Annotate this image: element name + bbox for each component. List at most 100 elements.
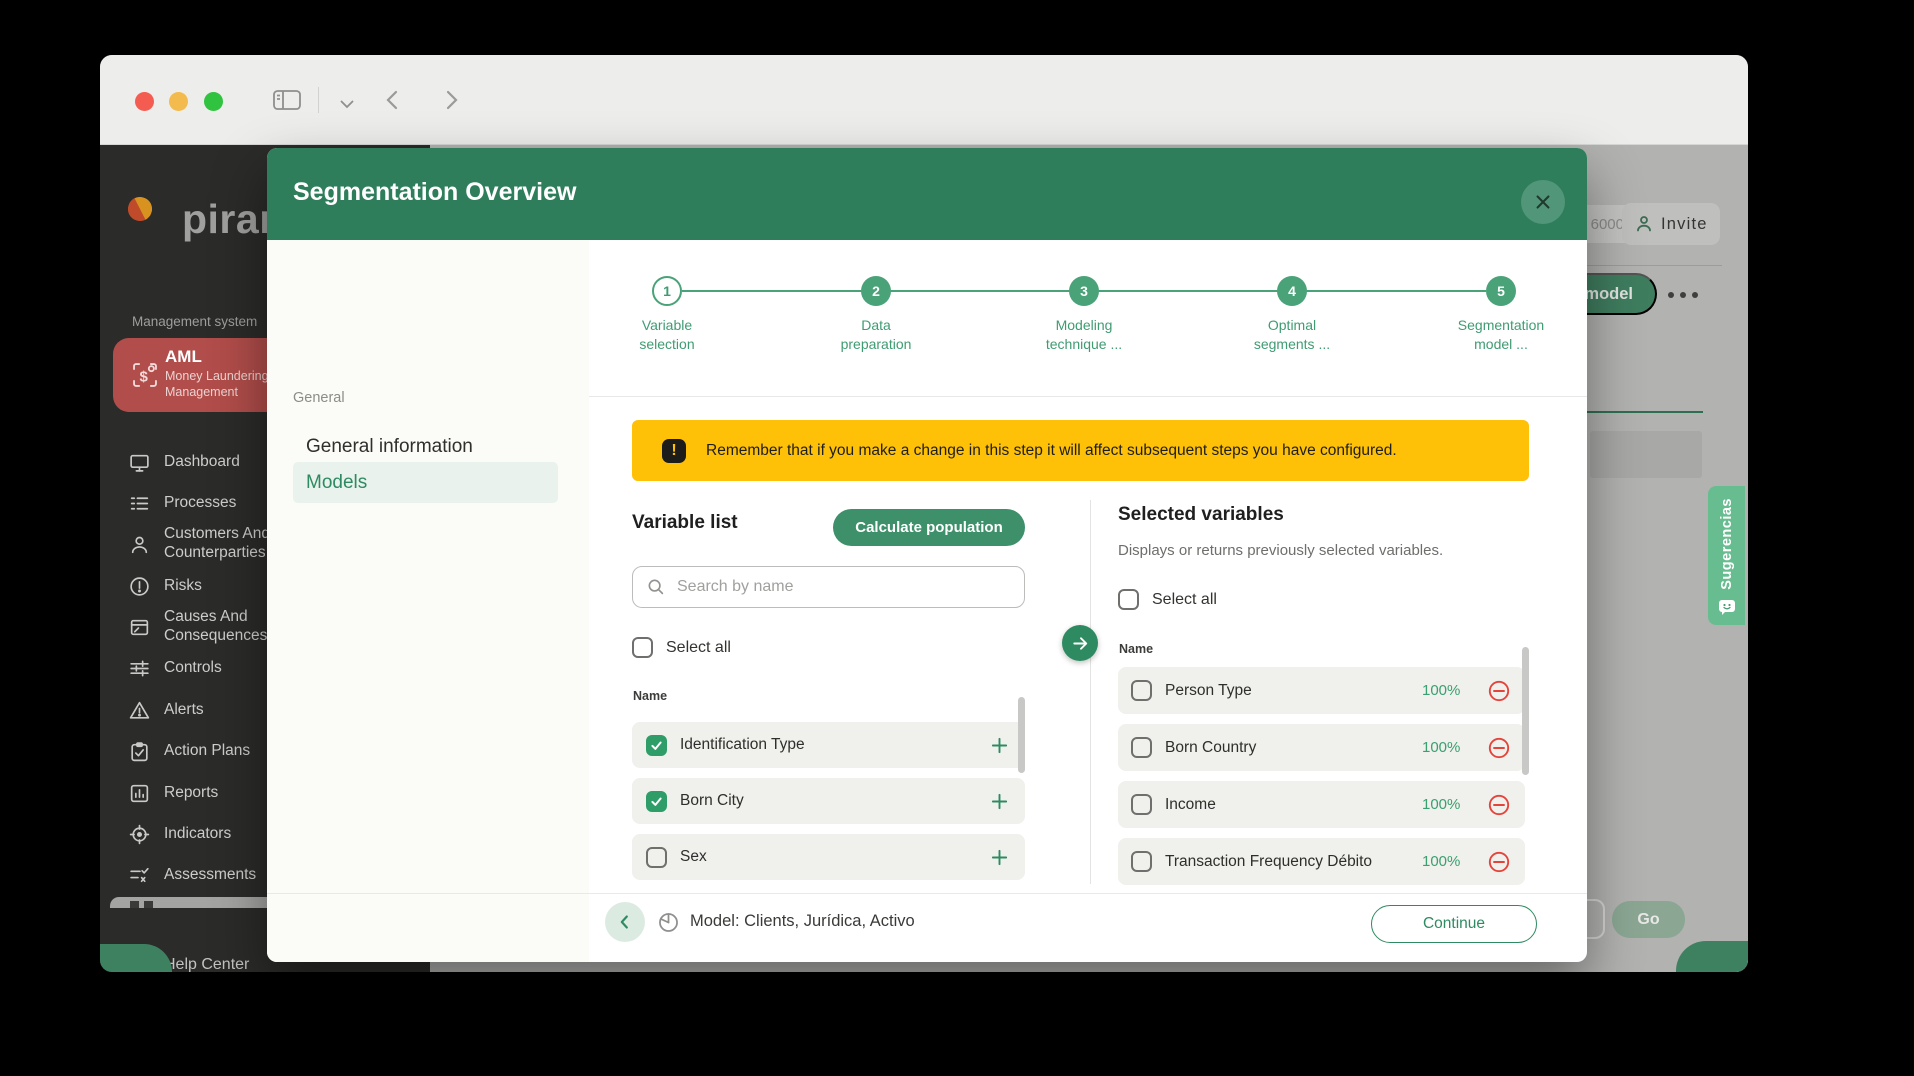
- modal-left-panel: General General information Models NOTE:…: [267, 240, 589, 962]
- warning-text: Remember that if you make a change in th…: [706, 442, 1397, 460]
- remove-variable-button[interactable]: [1487, 793, 1511, 817]
- row-checkbox-checked[interactable]: [646, 735, 667, 756]
- percent-value: 100%: [1422, 739, 1474, 756]
- pie-chart-icon: [656, 910, 681, 940]
- step-5-circle[interactable]: 5: [1486, 276, 1516, 306]
- forward-arrow-icon[interactable]: [444, 88, 460, 117]
- step-3-label: Modelingtechnique ...: [1014, 316, 1154, 354]
- assessments-icon: [128, 864, 151, 887]
- footer-divider: [267, 893, 1587, 894]
- plus-icon: [990, 848, 1009, 867]
- select-all-checkbox[interactable]: [632, 637, 653, 658]
- customers-icon: [128, 533, 151, 556]
- more-menu-icon[interactable]: [1668, 290, 1708, 300]
- go-button[interactable]: Go: [1612, 901, 1685, 938]
- row-checkbox[interactable]: [646, 847, 667, 868]
- selected-list-scrollbar[interactable]: [1522, 647, 1529, 775]
- zoom-window-button[interactable]: [204, 92, 223, 111]
- back-arrow-icon[interactable]: [384, 88, 400, 117]
- column-divider: [1090, 500, 1091, 884]
- add-variable-button[interactable]: [990, 792, 1009, 811]
- action-plans-icon: [128, 740, 151, 763]
- row-checkbox-checked[interactable]: [646, 791, 667, 812]
- nav-section-label: General: [293, 390, 345, 406]
- row-checkbox[interactable]: [1131, 794, 1152, 815]
- step-3-circle[interactable]: 3: [1069, 276, 1099, 306]
- search-icon: [646, 577, 666, 597]
- continue-button[interactable]: Continue: [1371, 905, 1537, 943]
- footer-model-text: Model: Clients, Jurídica, Activo: [690, 912, 915, 931]
- close-window-button[interactable]: [135, 92, 154, 111]
- select-all-checkbox[interactable]: [1118, 589, 1139, 610]
- variable-column-header: Name: [633, 689, 667, 703]
- modal-title: Segmentation Overview: [293, 178, 576, 207]
- collapsed-card-edge: [110, 897, 282, 908]
- risks-icon: [128, 575, 151, 598]
- close-icon: [1533, 192, 1553, 212]
- sidebar-item-label: Causes AndConsequences: [164, 608, 267, 646]
- sidebar-item-label: Action Plans: [164, 742, 250, 761]
- variable-row: Sex: [632, 834, 1025, 880]
- indicators-icon: [128, 823, 151, 846]
- variable-select-all: Select all: [632, 637, 731, 658]
- pirani-logo-icon: [125, 194, 155, 224]
- warning-banner: ! Remember that if you make a change in …: [632, 420, 1529, 481]
- percent-value: 100%: [1422, 853, 1474, 870]
- minus-circle-icon: [1487, 679, 1511, 703]
- selected-row: Income 100%: [1118, 781, 1525, 828]
- backdrop-tab-underline: [1587, 411, 1703, 413]
- variable-list-scrollbar[interactable]: [1018, 697, 1025, 773]
- search-input[interactable]: [675, 577, 975, 597]
- step-4-circle[interactable]: 4: [1277, 276, 1307, 306]
- minus-circle-icon: [1487, 850, 1511, 874]
- close-modal-button[interactable]: [1521, 180, 1565, 224]
- aml-scan-icon: $: [130, 360, 160, 395]
- remove-variable-button[interactable]: [1487, 679, 1511, 703]
- variable-search: [632, 566, 1025, 608]
- screen: pirani Management system $ AML Money Lau…: [0, 0, 1914, 1076]
- row-checkbox[interactable]: [1131, 737, 1152, 758]
- variable-list-title: Variable list: [632, 512, 738, 534]
- variable-row: Identification Type: [632, 722, 1025, 768]
- segmentation-overview-modal: Segmentation Overview General General in…: [267, 148, 1587, 962]
- calculate-population-button[interactable]: Calculate population: [833, 509, 1025, 546]
- back-step-button[interactable]: [605, 902, 645, 942]
- nav-item-models[interactable]: Models: [293, 462, 558, 503]
- step-1-circle[interactable]: 1: [652, 276, 682, 306]
- sidebar-item-label: Assessments: [164, 866, 256, 885]
- minimize-window-button[interactable]: [169, 92, 188, 111]
- arrow-right-icon: [1070, 633, 1091, 654]
- step-5-label: Segmentationmodel ...: [1431, 316, 1571, 354]
- sidebar-toggle-icon[interactable]: [272, 88, 302, 117]
- aml-badge-subtitle: Money Laundering Management: [165, 368, 269, 401]
- causes-icon: [128, 616, 151, 639]
- chevron-down-icon[interactable]: [340, 96, 354, 114]
- transfer-variables-button[interactable]: [1062, 625, 1098, 661]
- invite-button[interactable]: Invite: [1622, 203, 1720, 245]
- add-variable-button[interactable]: [990, 848, 1009, 867]
- sidebar-item-label: Alerts: [164, 701, 204, 720]
- remove-variable-button[interactable]: [1487, 736, 1511, 760]
- remove-variable-button[interactable]: [1487, 850, 1511, 874]
- nav-item-general-information[interactable]: General information: [306, 436, 473, 458]
- sidebar-item-label: Customers AndCounterparties: [164, 525, 270, 563]
- selected-variables-title: Selected variables: [1118, 504, 1284, 526]
- suggestions-tab[interactable]: Sugerencias: [1708, 486, 1745, 625]
- suggestions-label: Sugerencias: [1719, 498, 1735, 590]
- step-2-label: Datapreparation: [806, 316, 946, 354]
- row-checkbox[interactable]: [1131, 851, 1152, 872]
- smiley-chat-icon: [1717, 598, 1737, 617]
- selected-select-all: Select all: [1118, 589, 1217, 610]
- dashboard-icon: [128, 451, 151, 474]
- backdrop-field: [1590, 431, 1702, 478]
- person-icon: [1634, 214, 1654, 234]
- svg-text:$: $: [139, 368, 148, 385]
- percent-value: 100%: [1422, 682, 1474, 699]
- minus-circle-icon: [1487, 793, 1511, 817]
- row-checkbox[interactable]: [1131, 680, 1152, 701]
- help-center-label: Help Center: [164, 956, 249, 972]
- add-variable-button[interactable]: [990, 736, 1009, 755]
- selected-column-header: Name: [1119, 642, 1153, 656]
- step-4-label: Optimalsegments ...: [1222, 316, 1362, 354]
- step-2-circle[interactable]: 2: [861, 276, 891, 306]
